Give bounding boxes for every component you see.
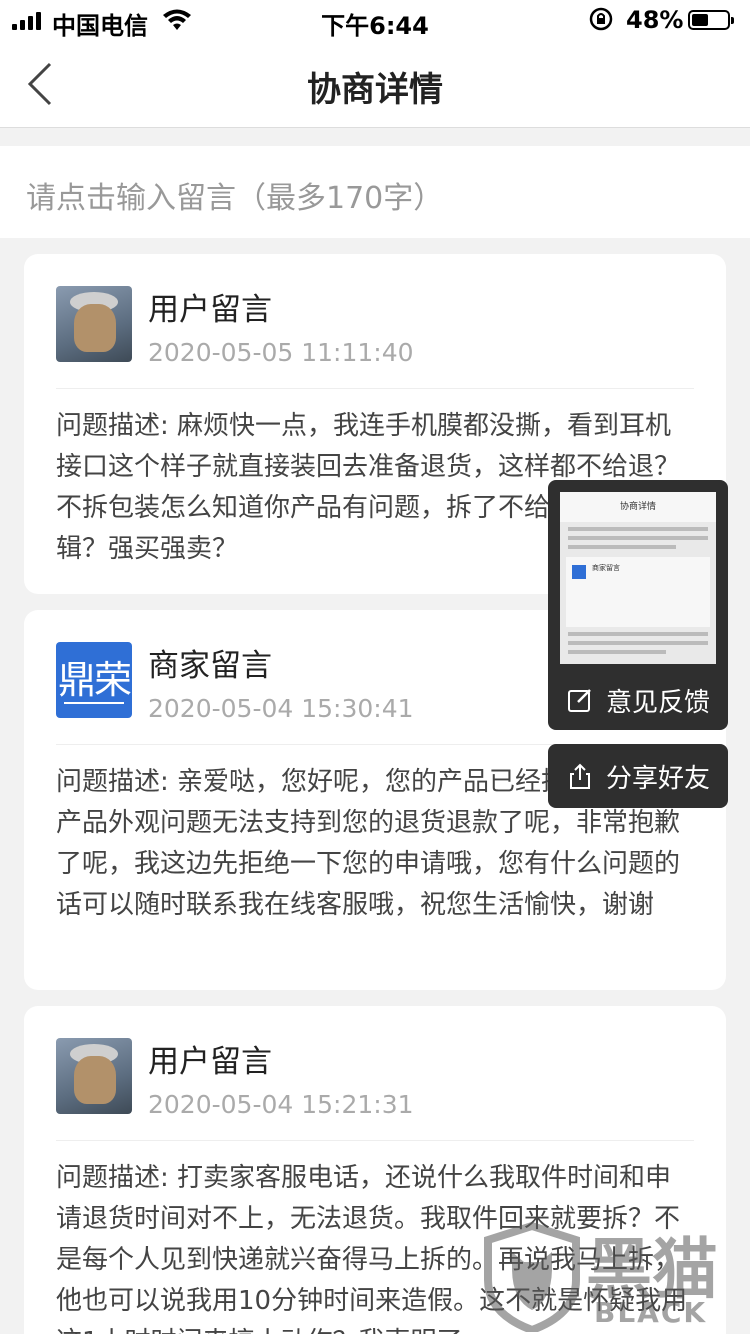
share-label: 分享好友 [606, 763, 711, 794]
feedback-label: 意见反馈 [606, 687, 711, 718]
battery-percent: 48% [626, 6, 684, 34]
battery-icon [688, 10, 734, 30]
edit-icon [568, 689, 591, 712]
message-author: 用户留言 [148, 292, 272, 328]
thumbnail-title: 协商详情 [560, 492, 716, 522]
screenshot-popup: 协商详情 商家留言 意见反馈 [548, 480, 728, 730]
screenshot-thumbnail[interactable]: 协商详情 商家留言 [560, 492, 716, 664]
thumbnail-name: 商家留言 [592, 564, 620, 572]
message-time: 2020-05-04 15:21:31 [148, 1090, 414, 1119]
message-input[interactable]: 请点击输入留言（最多170字） [0, 146, 750, 238]
divider [56, 388, 694, 389]
message-time: 2020-05-05 11:11:40 [148, 338, 414, 367]
watermark-en: BLACK CAT [594, 1296, 708, 1334]
status-bar: 中国电信 下午6:44 48% [0, 0, 750, 40]
shield-logo-icon [484, 1222, 580, 1332]
nav-bar: 协商详情 [0, 40, 750, 128]
merchant-avatar: 鼎荣 [56, 642, 132, 718]
black-cat-watermark: 黑猫 BLACK CAT [482, 1212, 750, 1334]
rotation-lock-icon [589, 7, 613, 31]
user-avatar [56, 1038, 132, 1114]
share-button[interactable]: 分享好友 [548, 744, 728, 808]
message-time: 2020-05-04 15:30:41 [148, 694, 414, 723]
message-author: 用户留言 [148, 1044, 272, 1080]
share-icon [570, 763, 590, 789]
user-avatar [56, 286, 132, 362]
message-author: 商家留言 [148, 648, 272, 684]
feedback-button[interactable]: 意见反馈 [548, 670, 728, 730]
divider [56, 1140, 694, 1141]
page-title: 协商详情 [307, 70, 443, 110]
merchant-logo-text: 鼎荣 [57, 658, 132, 702]
